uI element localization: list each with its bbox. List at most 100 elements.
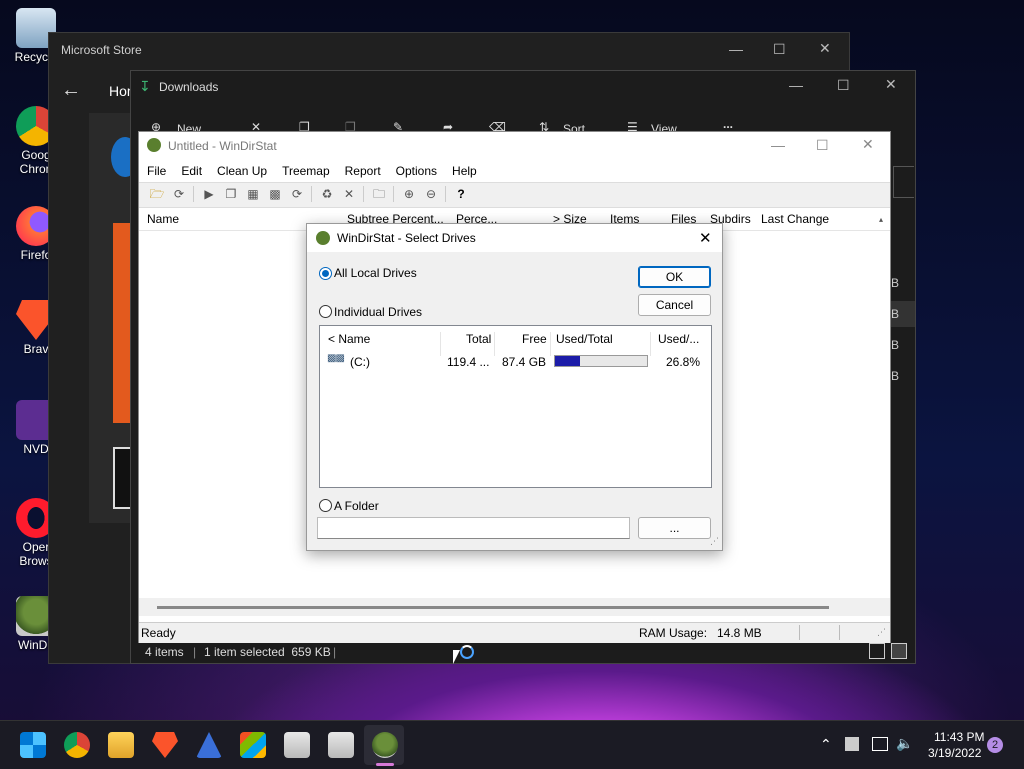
- header-scroll-arrow-icon[interactable]: ▴: [879, 215, 883, 224]
- close-icon[interactable]: ✕: [862, 136, 874, 153]
- delete-icon[interactable]: ✕: [341, 186, 357, 202]
- menu-options[interactable]: Options: [388, 161, 444, 178]
- a-folder-radio[interactable]: [319, 499, 332, 512]
- search-box[interactable]: [893, 166, 914, 198]
- horizontal-scrollbar[interactable]: [139, 598, 890, 616]
- maximize-icon[interactable]: ☐: [837, 77, 850, 94]
- menu-edit[interactable]: Edit: [173, 161, 209, 178]
- toolbar-separator: [363, 186, 364, 202]
- drive-name: (C:): [350, 355, 370, 369]
- network-icon[interactable]: [872, 737, 888, 751]
- explorer-here-icon[interactable]: ▦: [245, 186, 261, 202]
- menu-file[interactable]: File: [139, 161, 173, 178]
- more-options-button[interactable]: ...: [723, 117, 733, 131]
- tiles-view-icon[interactable]: [891, 643, 907, 659]
- list-column-used-total[interactable]: Used/Total: [556, 332, 613, 346]
- start-windows-icon[interactable]: [20, 732, 46, 758]
- status-separator: [839, 625, 840, 640]
- maximize-icon[interactable]: ☐: [773, 41, 786, 58]
- column-separator: [440, 332, 441, 356]
- dialog-title-bar: WinDirStat - Select Drives ✕: [307, 224, 722, 252]
- menu-treemap[interactable]: Treemap: [274, 161, 337, 178]
- microsoft-store-taskbar-icon[interactable]: [240, 732, 266, 758]
- close-icon[interactable]: ✕: [699, 229, 712, 247]
- copy-path-icon[interactable]: ❐: [223, 186, 239, 202]
- status-divider: |: [193, 645, 197, 659]
- menu-clean-up[interactable]: Clean Up: [209, 161, 274, 178]
- selection-info: 1 item selected 659 KB: [204, 645, 331, 659]
- a-folder-label[interactable]: A Folder: [334, 499, 379, 513]
- taskbar: ⌃ 🔈 11:43 PM 3/19/2022 2: [0, 720, 1024, 769]
- all-local-drives-label[interactable]: All Local Drives: [334, 266, 417, 280]
- drive-usage-bar: [554, 355, 648, 367]
- active-indicator: [376, 763, 394, 766]
- column-name[interactable]: Name: [147, 212, 179, 226]
- play-icon[interactable]: ▶: [201, 186, 217, 202]
- clock-date[interactable]: 3/19/2022: [928, 746, 981, 760]
- windirstat-taskbar-icon[interactable]: [372, 732, 398, 758]
- close-icon[interactable]: ✕: [819, 40, 831, 57]
- app-window-taskbar-icon[interactable]: [284, 732, 310, 758]
- browse-folder-button[interactable]: ...: [638, 517, 711, 539]
- minimize-icon[interactable]: —: [729, 41, 743, 57]
- toolbar-separator: [311, 186, 312, 202]
- toolbar-separator: [393, 186, 394, 202]
- new-folder-icon[interactable]: 🗀: [371, 186, 387, 202]
- cancel-button[interactable]: Cancel: [638, 294, 711, 316]
- file-size-fragment: B: [891, 338, 900, 352]
- hard-drive-icon: ▩▩: [327, 353, 345, 364]
- all-local-drives-radio[interactable]: [319, 267, 332, 280]
- menu-report[interactable]: Report: [337, 161, 388, 178]
- busy-spinner-icon: [460, 645, 474, 659]
- file-explorer-icon[interactable]: [108, 732, 134, 758]
- ram-usage-label: RAM Usage:: [639, 626, 708, 640]
- individual-drives-label[interactable]: Individual Drives: [334, 305, 422, 319]
- individual-drives-radio[interactable]: [319, 305, 332, 318]
- help-icon[interactable]: ?: [453, 186, 469, 202]
- drives-list[interactable]: < Name Total Free Used/Total Used/... ▩▩…: [319, 325, 712, 488]
- windirstat-tree-icon: [147, 138, 161, 152]
- close-icon[interactable]: ✕: [885, 76, 897, 93]
- maximize-icon[interactable]: ☐: [816, 137, 829, 154]
- recycle-icon[interactable]: ♻: [319, 186, 335, 202]
- clock-time[interactable]: 11:43 PM: [934, 730, 984, 744]
- select-drives-dialog[interactable]: WinDirStat - Select Drives ✕ All Local D…: [306, 223, 723, 551]
- list-column-total[interactable]: Total: [466, 332, 491, 346]
- refresh-selected-icon[interactable]: ⟳: [171, 186, 187, 202]
- notification-badge[interactable]: 2: [987, 737, 1003, 753]
- resize-grip-icon[interactable]: ⋰: [710, 536, 719, 547]
- scrollbar-thumb[interactable]: [157, 606, 829, 609]
- status-ready-text: Ready: [141, 626, 176, 640]
- open-folder-icon[interactable]: 🗁: [149, 186, 165, 202]
- chrome-taskbar-icon[interactable]: [64, 732, 90, 758]
- details-view-icon[interactable]: [869, 643, 885, 659]
- command-prompt-icon[interactable]: ▩: [267, 186, 283, 202]
- list-column-free[interactable]: Free: [522, 332, 547, 346]
- app-taskbar-icon[interactable]: [196, 732, 222, 758]
- list-column-used-percent[interactable]: Used/...: [658, 332, 699, 346]
- app-window-taskbar-icon[interactable]: [328, 732, 354, 758]
- chevron-up-icon[interactable]: ⌃: [820, 736, 832, 753]
- security-tray-icon[interactable]: [845, 737, 859, 751]
- zoom-in-icon[interactable]: ⊕: [401, 186, 417, 202]
- minimize-icon[interactable]: —: [789, 77, 803, 93]
- ok-button[interactable]: OK: [638, 266, 711, 288]
- brave-taskbar-icon[interactable]: [152, 732, 178, 758]
- mouse-pointer-icon: [453, 650, 460, 664]
- back-arrow-icon[interactable]: ←: [61, 79, 81, 102]
- download-arrow-icon: ↧: [139, 78, 151, 94]
- zoom-out-icon[interactable]: ⊖: [423, 186, 439, 202]
- volume-icon[interactable]: 🔈: [896, 735, 913, 752]
- resize-grip-icon[interactable]: ⋰: [877, 627, 886, 638]
- folder-path-input[interactable]: [317, 517, 630, 539]
- column-separator: [650, 332, 651, 356]
- column-last-change[interactable]: Last Change: [761, 212, 829, 226]
- refresh-all-icon[interactable]: ⟳: [289, 186, 305, 202]
- menu-bar: File Edit Clean Up Treemap Report Options Help: [139, 161, 890, 181]
- windirstat-status-bar: Ready RAM Usage: 14.8 MB ⋰: [139, 622, 890, 643]
- status-separator: [799, 625, 800, 640]
- minimize-icon[interactable]: —: [771, 137, 785, 153]
- item-count: 4 items: [145, 645, 184, 659]
- menu-help[interactable]: Help: [444, 161, 484, 178]
- list-column-name[interactable]: < Name: [328, 332, 370, 346]
